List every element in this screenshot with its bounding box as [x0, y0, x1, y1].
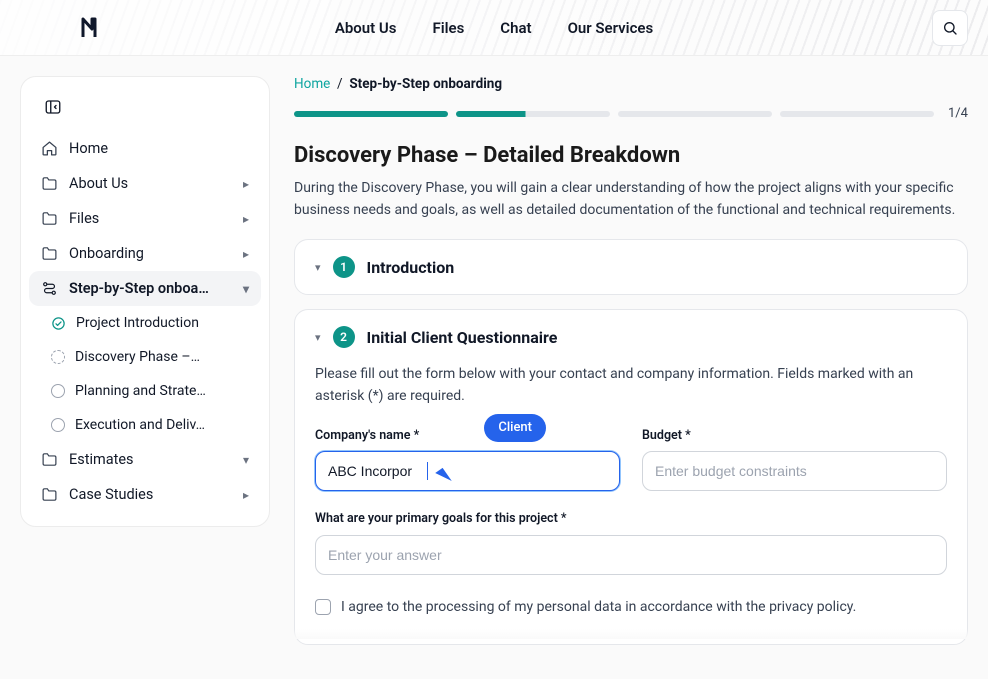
progress-segment-3 [618, 111, 772, 117]
sidebar-item-label: Project Introduction [76, 315, 199, 331]
step-intro-text: Please fill out the form below with your… [315, 364, 947, 407]
folder-icon [41, 245, 59, 262]
sidebar-item-label: Step-by-Step onboa… [69, 280, 209, 297]
sidebar-item-estimates[interactable]: Estimates ▾ [29, 442, 261, 477]
home-icon [41, 140, 59, 157]
sidebar-sub-discovery[interactable]: Discovery Phase –… [29, 340, 261, 374]
sidebar-item-label: Estimates [69, 451, 134, 468]
field-goals: What are your primary goals for this pro… [315, 509, 947, 574]
progress-segment-4 [780, 111, 934, 117]
step-title: Initial Client Questionnaire [367, 328, 558, 347]
chevron-right-icon: ▸ [243, 177, 249, 191]
goals-input[interactable] [315, 535, 947, 575]
breadcrumb-current: Step-by-Step onboarding [349, 76, 502, 92]
collapse-toggle[interactable]: ▾ [315, 331, 321, 344]
page-description: During the Discovery Phase, you will gai… [294, 178, 968, 221]
empty-dot-icon [51, 384, 65, 398]
step-card-questionnaire: ▾ 2 Initial Client Questionnaire Please … [294, 309, 968, 645]
progress-segment-2 [456, 111, 610, 117]
folder-icon [41, 210, 59, 227]
chevron-down-icon: ▾ [243, 282, 249, 296]
topbar: About Us Files Chat Our Services [0, 0, 988, 56]
field-label: Budget * [642, 426, 947, 445]
sidebar-item-label: Execution and Deliv… [75, 417, 205, 433]
field-label: Company's name * [315, 426, 620, 445]
sidebar: Home About Us ▸ Files ▸ Onboarding ▸ Ste… [20, 76, 270, 527]
sidebar-sub-project-intro[interactable]: Project Introduction [29, 306, 261, 340]
breadcrumb: Home / Step-by-Step onboarding [294, 76, 968, 92]
text-caret [427, 462, 428, 480]
page-title: Discovery Phase – Detailed Breakdown [294, 143, 968, 168]
sidebar-item-label: Home [69, 140, 108, 157]
progress-label: 1/4 [948, 106, 968, 121]
nav-services[interactable]: Our Services [568, 19, 654, 37]
sidebar-item-case-studies[interactable]: Case Studies ▸ [29, 477, 261, 512]
collapse-toggle[interactable]: ▾ [315, 261, 321, 274]
sidebar-sub-execution[interactable]: Execution and Deliv… [29, 408, 261, 442]
nav-about[interactable]: About Us [335, 19, 397, 37]
chevron-right-icon: ▸ [243, 212, 249, 226]
sidebar-item-step-by-step[interactable]: Step-by-Step onboa… ▾ [29, 271, 261, 306]
panel-collapse-icon [44, 98, 62, 116]
presence-cursor-label: Client [484, 414, 546, 442]
sidebar-item-label: Onboarding [69, 245, 144, 262]
chevron-down-icon: ▾ [243, 453, 249, 467]
sidebar-item-about[interactable]: About Us ▸ [29, 166, 261, 201]
sidebar-collapse-toggle[interactable] [37, 91, 69, 123]
sidebar-item-label: Planning and Strate… [75, 383, 206, 399]
sidebar-item-label: About Us [69, 175, 128, 192]
step-title: Introduction [367, 258, 455, 277]
sidebar-item-files[interactable]: Files ▸ [29, 201, 261, 236]
nav-chat[interactable]: Chat [500, 19, 531, 37]
sidebar-item-label: Files [69, 210, 99, 227]
company-name-input[interactable] [315, 451, 620, 491]
budget-input[interactable] [642, 451, 947, 491]
step-card-introduction: ▾ 1 Introduction [294, 239, 968, 295]
main-content: Home / Step-by-Step onboarding 1/4 Disco… [294, 76, 968, 659]
breadcrumb-separator: / [334, 76, 350, 92]
search-button[interactable] [932, 10, 968, 46]
breadcrumb-home-link[interactable]: Home [294, 76, 330, 92]
consent-label: I agree to the processing of my personal… [341, 597, 856, 619]
sidebar-item-label: Case Studies [69, 486, 153, 503]
progress-segment-1 [294, 111, 448, 117]
route-icon [41, 280, 59, 297]
folder-icon [41, 486, 59, 503]
chevron-right-icon: ▸ [243, 247, 249, 261]
sidebar-sub-planning[interactable]: Planning and Strate… [29, 374, 261, 408]
step-number-badge: 1 [333, 256, 355, 278]
chevron-right-icon: ▸ [243, 488, 249, 502]
progress-dot-icon [51, 350, 65, 364]
check-circle-icon [51, 316, 66, 331]
field-budget: Budget * [642, 426, 947, 491]
sidebar-item-label: Discovery Phase –… [75, 349, 200, 365]
field-company-name: Company's name * Client [315, 426, 620, 491]
top-nav: About Us Files Chat Our Services [335, 19, 653, 37]
nav-files[interactable]: Files [432, 19, 464, 37]
search-icon [942, 20, 958, 36]
empty-dot-icon [51, 418, 65, 432]
step-number-badge: 2 [333, 326, 355, 348]
progress-bar: 1/4 [294, 106, 968, 121]
consent-row: I agree to the processing of my personal… [315, 597, 947, 619]
sidebar-item-onboarding[interactable]: Onboarding ▸ [29, 236, 261, 271]
folder-icon [41, 451, 59, 468]
brand-logo [78, 14, 106, 42]
folder-icon [41, 175, 59, 192]
consent-checkbox[interactable] [315, 599, 331, 615]
field-label: What are your primary goals for this pro… [315, 509, 947, 528]
sidebar-item-home[interactable]: Home [29, 131, 261, 166]
